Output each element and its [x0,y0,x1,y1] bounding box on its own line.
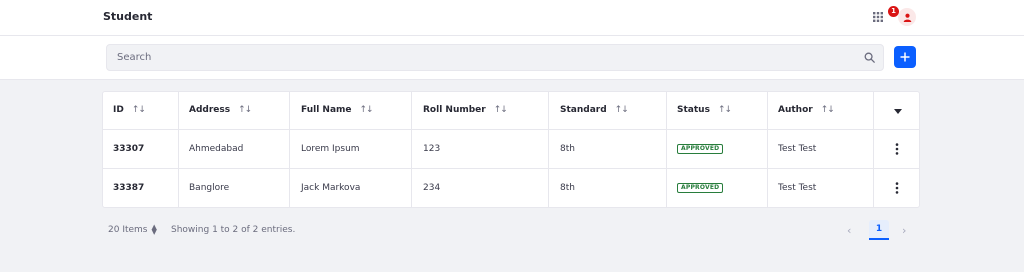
column-header-standard[interactable]: Standard ↑↓ [560,105,629,115]
sort-icon[interactable]: ↑↓ [615,105,629,115]
pagination-summary: Showing 1 to 2 of 2 entries. [171,225,296,235]
chevron-up-down-icon: ▲ ▼ [151,223,157,236]
user-avatar[interactable] [898,8,916,26]
column-header-roll-number[interactable]: Roll Number ↑↓ [423,105,508,115]
cell-address: Banglore [189,183,230,193]
cell-standard: 8th [560,144,575,154]
cell-full-name: Jack Markova [301,183,361,193]
search-input[interactable] [107,45,847,70]
plus-icon [900,52,910,62]
cell-id: 33307 [113,144,145,154]
status-badge: APPROVED [677,183,724,193]
column-header-full-name[interactable]: Full Name ↑↓ [301,105,374,115]
cell-standard: 8th [560,183,575,193]
apps-grid-icon[interactable] [873,12,883,22]
kebab-icon[interactable] [894,182,900,194]
cell-roll-number: 234 [423,183,441,193]
cell-full-name: Lorem Ipsum [301,144,360,154]
page-title: Student [103,10,153,23]
cell-roll-number: 123 [423,144,441,154]
page-button-current[interactable]: 1 [869,220,889,240]
sort-icon[interactable]: ↑↓ [238,105,252,115]
notification-badge[interactable]: 1 [888,6,899,17]
column-header-status[interactable]: Status ↑↓ [677,105,732,115]
search-box [106,44,884,71]
search-bar [0,36,1024,80]
column-header-author[interactable]: Author ↑↓ [778,105,835,115]
chevron-right-icon[interactable]: › [902,224,906,237]
add-button[interactable] [894,46,916,68]
column-header-address[interactable]: Address ↑↓ [189,105,252,115]
items-per-page-label: 20 Items [108,225,148,235]
items-per-page-select[interactable]: 20 Items ▲ ▼ [108,223,157,236]
cell-author: Test Test [778,144,817,154]
sort-icon[interactable]: ↑↓ [718,105,732,115]
table-row: 33387 Banglore Jack Markova 234 8th APPR… [103,169,919,207]
status-badge: APPROVED [677,144,724,154]
kebab-icon[interactable] [894,143,900,155]
sort-icon[interactable]: ↑↓ [494,105,508,115]
sort-icon[interactable]: ↑↓ [360,105,374,115]
student-table: ID ↑↓ Address ↑↓ Full Name ↑↓ Roll Number ↑↓… [102,91,920,208]
sort-icon[interactable]: ↑↓ [132,105,146,115]
column-header-id[interactable]: ID ↑↓ [113,105,146,115]
search-icon[interactable] [864,52,875,63]
table-row: 33307 Ahmedabad Lorem Ipsum 123 8th APPR… [103,130,919,169]
table-header: ID ↑↓ Address ↑↓ Full Name ↑↓ Roll Number ↑↓… [103,92,919,130]
top-bar: Student 1 [0,0,1024,36]
cell-id: 33387 [113,183,145,193]
sort-icon[interactable]: ↑↓ [821,105,835,115]
cell-address: Ahmedabad [189,144,244,154]
user-icon [903,13,911,22]
chevron-left-icon[interactable]: ‹ [847,224,851,237]
cell-author: Test Test [778,183,817,193]
caret-down-icon[interactable] [894,109,902,114]
